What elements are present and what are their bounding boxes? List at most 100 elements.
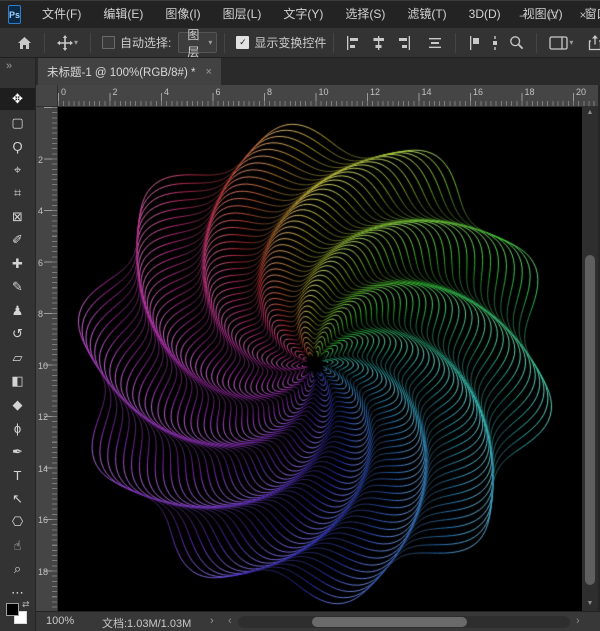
history-brush-tool[interactable]: ↺ — [0, 323, 35, 345]
align-left-icon — [346, 36, 361, 50]
hand-tool[interactable]: ☝ — [0, 535, 35, 557]
align-right-icon — [396, 36, 411, 50]
maximize-button[interactable]: □ — [538, 1, 568, 29]
foreground-color-swatch[interactable] — [6, 603, 19, 616]
ruler-h-label-8: 8 — [267, 87, 272, 97]
menu-image[interactable]: 图像(I) — [154, 1, 211, 28]
ruler-h-label-6: 6 — [216, 87, 221, 97]
eyedropper-tool[interactable]: ✐ — [0, 229, 35, 251]
separator — [333, 33, 334, 53]
distribute-vertical-button[interactable] — [486, 32, 504, 54]
photoshop-window: Ps 文件(F)编辑(E)图像(I)图层(L)文字(Y)选择(S)滤镜(T)3D… — [0, 0, 600, 631]
pen-tool[interactable]: ✒ — [0, 441, 35, 463]
dock-collapse-button[interactable]: » — [6, 60, 11, 72]
healing-brush-tool-icon: ✚ — [12, 256, 23, 272]
lasso-tool[interactable]: Ϙ — [0, 135, 35, 157]
menu-edit[interactable]: 编辑(E) — [92, 1, 154, 28]
path-select-tool[interactable]: ↖ — [0, 488, 35, 510]
separator — [224, 33, 225, 53]
shape-tool-icon: ⎔ — [12, 514, 23, 530]
scroll-up-icon[interactable]: ▲ — [582, 109, 598, 116]
menu-type[interactable]: 文字(Y) — [272, 1, 334, 28]
zoom-level-field[interactable]: 100% — [46, 615, 74, 627]
ruler-v-label-2: 2 — [38, 155, 43, 165]
history-brush-tool-icon: ↺ — [12, 326, 23, 342]
auto-select-checkbox[interactable] — [102, 36, 115, 49]
auto-select-target-dropdown[interactable]: 图层 ▾ — [178, 32, 217, 53]
pen-tool-icon: ✒ — [12, 444, 23, 460]
shape-tool[interactable]: ⎔ — [0, 511, 35, 533]
frame-tool-icon: ⊠ — [12, 209, 23, 225]
align-center-horizontal-button[interactable] — [366, 32, 391, 54]
menu-layer[interactable]: 图层(L) — [212, 1, 273, 28]
scroll-down-icon[interactable]: ▼ — [582, 600, 598, 607]
gradient-tool[interactable]: ◧ — [0, 370, 35, 392]
document-size-info: 文档:1.03M/1.03M — [102, 615, 191, 631]
menu-3d[interactable]: 3D(D) — [458, 1, 512, 28]
clone-stamp-tool[interactable]: ♟ — [0, 300, 35, 322]
spirograph-artwork[interactable] — [58, 107, 582, 611]
horizontal-scrollbar[interactable] — [238, 616, 570, 628]
document-tab[interactable]: 未标题-1 @ 100%(RGB/8#) * × — [38, 58, 221, 85]
path-select-tool-icon: ↖ — [12, 491, 23, 507]
ruler-h-label-18: 18 — [525, 87, 535, 97]
share-icon — [587, 35, 600, 51]
type-tool[interactable]: T — [0, 464, 35, 486]
status-popup-chevron-icon[interactable]: › — [210, 615, 214, 627]
workspace-switcher[interactable]: ▾ — [544, 32, 578, 54]
blur-tool[interactable]: ◆ — [0, 394, 35, 416]
horizontal-scrollbar-thumb[interactable] — [312, 617, 467, 627]
vertical-scrollbar-thumb[interactable] — [585, 255, 595, 585]
minimize-button[interactable]: – — [508, 1, 538, 29]
vertical-scrollbar[interactable]: ▲ ▼ — [582, 107, 598, 611]
window-controls: – □ × — [508, 1, 600, 29]
move-tool[interactable]: ✥ — [0, 88, 35, 110]
frame-tool[interactable]: ⊠ — [0, 206, 35, 228]
crop-tool[interactable]: ⌗ — [0, 182, 35, 204]
tool-dock: » ✥▢Ϙ⌖⌗⊠✐✚✎♟↺▱◧◆ϕ✒T↖⎔☝⌕⋯ ⇄ — [0, 58, 36, 631]
healing-brush-tool[interactable]: ✚ — [0, 253, 35, 275]
distribute-horizontal-button[interactable] — [422, 32, 448, 54]
gradient-tool-icon: ◧ — [11, 373, 23, 389]
lasso-tool-icon: Ϙ — [12, 139, 22, 154]
chevron-down-icon: ▾ — [569, 38, 573, 47]
brush-tool[interactable]: ✎ — [0, 276, 35, 298]
object-selection-tool[interactable]: ⌖ — [0, 159, 35, 181]
eraser-tool[interactable]: ▱ — [0, 347, 35, 369]
auto-select-label: 自动选择: — [120, 34, 171, 51]
show-transform-checkbox[interactable]: ✓ — [236, 36, 249, 49]
align-left-button[interactable] — [341, 32, 366, 54]
object-selection-tool-icon: ⌖ — [14, 162, 21, 178]
vertical-ruler: 24681012141618 — [36, 107, 58, 611]
move-tool-preset[interactable]: ▾ — [52, 32, 83, 54]
ruler-v-label-14: 14 — [38, 464, 48, 474]
share-button[interactable] — [582, 32, 600, 54]
scroll-left-icon[interactable]: ‹ — [228, 615, 232, 627]
home-button[interactable] — [12, 32, 37, 54]
move-icon — [57, 35, 73, 51]
swap-colors-icon[interactable]: ⇄ — [22, 599, 30, 610]
scroll-right-icon[interactable]: › — [576, 615, 580, 627]
separator — [44, 33, 45, 53]
document-viewport[interactable] — [58, 107, 582, 611]
menu-select[interactable]: 选择(S) — [334, 1, 396, 28]
workspace-icon — [549, 36, 568, 50]
status-bar: 100% 文档:1.03M/1.03M › ‹ › — [36, 611, 600, 631]
tab-close-icon[interactable]: × — [205, 66, 211, 78]
marquee-tool[interactable]: ▢ — [0, 112, 35, 134]
dodge-tool[interactable]: ϕ — [0, 417, 35, 439]
search-button[interactable] — [504, 32, 529, 54]
menu-filter[interactable]: 滤镜(T) — [396, 1, 457, 28]
zoom-tool[interactable]: ⌕ — [0, 558, 35, 580]
hand-tool-icon: ☝ — [14, 538, 22, 554]
align-right-button[interactable] — [391, 32, 416, 54]
chevron-down-icon: ▾ — [208, 38, 212, 47]
align-to-button[interactable] — [463, 32, 486, 54]
clone-stamp-tool-icon: ♟ — [12, 303, 24, 319]
ruler-v-label-12: 12 — [38, 412, 48, 422]
ruler-v-label-18: 18 — [38, 567, 48, 577]
menu-file[interactable]: 文件(F) — [31, 1, 92, 28]
ruler-h-label-14: 14 — [422, 87, 432, 97]
close-button[interactable]: × — [568, 1, 598, 29]
ruler-h-label-10: 10 — [319, 87, 329, 97]
